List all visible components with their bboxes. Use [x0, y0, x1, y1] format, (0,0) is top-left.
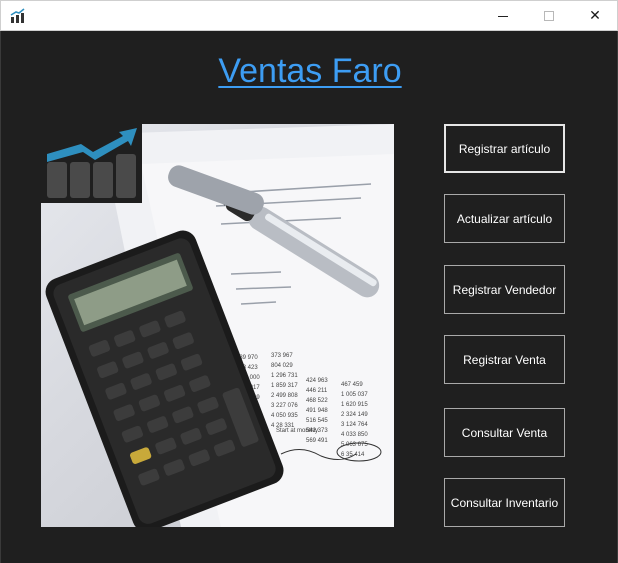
svg-text:446 211: 446 211	[306, 388, 328, 394]
svg-text:569 491: 569 491	[306, 438, 328, 444]
svg-text:3 124 764: 3 124 764	[341, 422, 368, 428]
svg-text:1 005 037: 1 005 037	[341, 392, 368, 398]
title-bar: ✕	[0, 0, 618, 31]
maximize-button[interactable]	[526, 1, 572, 31]
page-title: Ventas Faro	[218, 52, 402, 90]
close-icon: ✕	[589, 8, 601, 24]
svg-text:3 227 076: 3 227 076	[271, 403, 298, 409]
consultar-venta-button[interactable]: Consultar Venta	[444, 408, 565, 457]
svg-text:6 35 414: 6 35 414	[341, 452, 365, 458]
svg-text:4 033 850: 4 033 850	[341, 432, 368, 438]
actualizar-articulo-button[interactable]: Actualizar artículo	[444, 194, 565, 243]
minimize-icon	[498, 15, 508, 17]
registrar-articulo-button[interactable]: Registrar artículo	[444, 124, 565, 173]
svg-text:4 050 935: 4 050 935	[271, 413, 298, 419]
svg-text:491 948: 491 948	[306, 408, 328, 414]
svg-text:1 859 317: 1 859 317	[271, 383, 298, 389]
consultar-inventario-button[interactable]: Consultar Inventario	[444, 478, 565, 527]
minimize-button[interactable]	[480, 1, 526, 31]
main-window: Ventas Faro 339 970 373 967 678 423 804 02…	[0, 31, 618, 563]
svg-text:424 963: 424 963	[306, 378, 328, 384]
registrar-venta-button[interactable]: Registrar Venta	[444, 335, 565, 384]
svg-text:373 967: 373 967	[271, 353, 293, 359]
svg-text:804 029: 804 029	[271, 363, 293, 369]
svg-text:516 545: 516 545	[306, 418, 328, 424]
svg-text:1 620 915: 1 620 915	[341, 402, 368, 408]
chart-app-icon[interactable]	[10, 8, 26, 24]
svg-text:2 324 149: 2 324 149	[341, 412, 368, 418]
close-button[interactable]: ✕	[572, 1, 618, 31]
svg-text:467 459: 467 459	[341, 382, 363, 388]
svg-text:1 296 731: 1 296 731	[271, 373, 298, 379]
svg-text:2 499 808: 2 499 808	[271, 393, 298, 399]
registrar-vendedor-button[interactable]: Registrar Vendedor	[444, 265, 565, 314]
growth-chart-logo-icon	[41, 124, 142, 203]
maximize-icon	[544, 11, 554, 21]
svg-text:Start at monthly: Start at monthly	[276, 428, 318, 434]
svg-text:468 522: 468 522	[306, 398, 328, 404]
